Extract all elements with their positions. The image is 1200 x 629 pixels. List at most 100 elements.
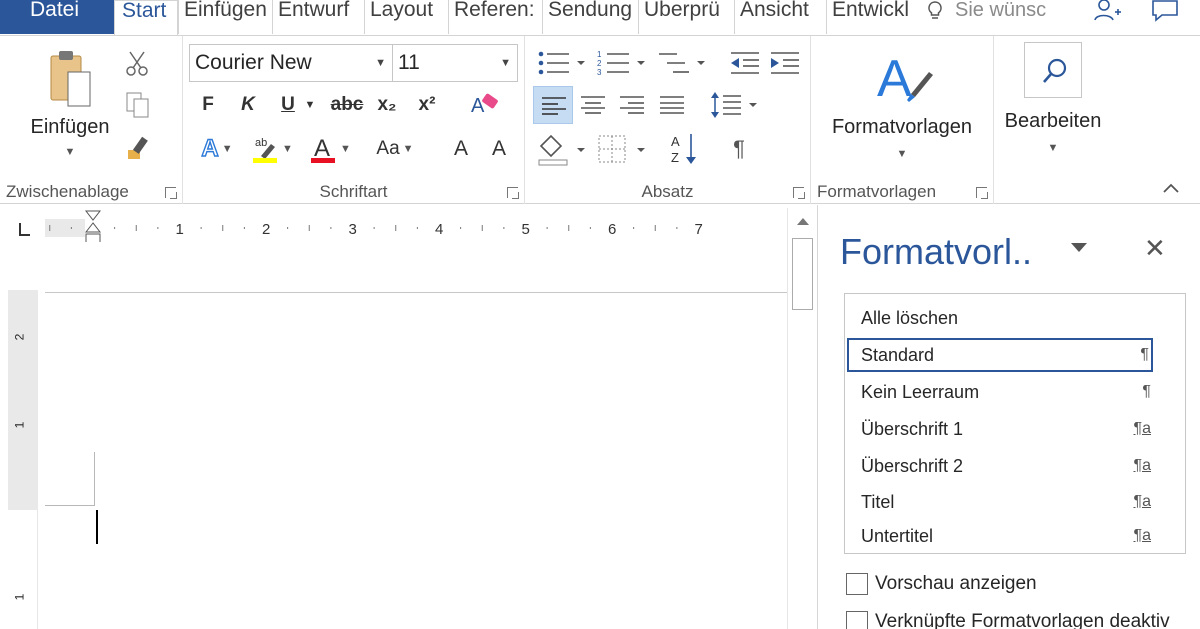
style-item-label: Titel [861,492,895,512]
numbering-icon[interactable]: 123 [597,50,649,76]
tab-start[interactable]: Start [114,0,178,36]
style-item-heading-2[interactable]: Überschrift 2 ¶a [845,448,1185,484]
style-item-label: Untertitel [861,526,934,546]
subscript-button[interactable]: x₂ [373,90,401,120]
align-center-icon[interactable] [581,95,605,115]
tab-developer[interactable]: Entwickl [826,0,918,34]
svg-text:A: A [671,134,680,149]
tab-layout[interactable]: Layout [364,0,448,34]
italic-button[interactable]: K [235,90,261,120]
editing-button[interactable]: Bearbeiten ▼ [994,42,1112,166]
preview-checkbox-label: Vorschau anzeigen [875,573,1037,595]
styles-button[interactable]: A Formatvorlagen ▼ [817,44,987,170]
bullets-icon[interactable] [537,50,589,76]
font-color-button[interactable]: A ▼ [307,132,353,166]
close-pane-button[interactable]: ✕ [1144,233,1166,264]
font-size-combo[interactable]: 11 ▼ [392,44,518,82]
scroll-thumb[interactable] [792,238,813,310]
linked-styles-checkbox-label: Verknüpfte Formatvorlagen deaktiv [875,611,1170,629]
collapse-ribbon-icon[interactable] [1162,182,1180,194]
preview-checkbox[interactable]: Vorschau anzeigen [846,573,1037,595]
borders-icon[interactable] [597,132,649,166]
superscript-button[interactable]: x² [413,90,441,120]
change-case-label: Aa [376,138,400,159]
underline-dropdown[interactable]: ▼ [303,90,317,120]
show-marks-button[interactable]: ¶ [727,134,751,164]
checkbox-box[interactable] [846,573,868,595]
styles-group-label: Formatvorlagen [817,182,937,201]
linked-style-icon: ¶a [1133,457,1152,474]
shrink-font-button[interactable]: A [487,134,511,164]
strikethrough-button[interactable]: abc [329,90,365,120]
format-painter-icon[interactable] [125,134,153,162]
paste-button[interactable]: Einfügen ▼ [22,44,118,168]
vertical-ruler[interactable]: 2 1 1 [8,290,38,629]
style-item-clear[interactable]: Alle löschen [845,300,1185,336]
styles-button-label: Formatvorlagen [831,116,973,138]
search-icon [1043,58,1067,83]
ruler-number: 4 [435,221,443,238]
scroll-up-icon[interactable] [796,216,810,226]
svg-text:3: 3 [597,68,602,76]
document-area[interactable] [45,242,787,629]
vruler-mark-1b: 1 [12,593,27,601]
tab-insert[interactable]: Einfügen [178,0,272,34]
styles-list: Alle löschen Standard ¶ Kein Leerraum ¶ Üb… [844,293,1186,554]
tab-references[interactable]: Referen: [448,0,542,34]
tab-mailings[interactable]: Sendung [542,0,638,34]
decrease-indent-icon[interactable] [729,50,761,76]
style-item-no-spacing[interactable]: Kein Leerraum ¶ [845,374,1185,410]
svg-text:A: A [877,50,912,108]
paragraph-group-label: Absatz [641,182,694,201]
justify-icon[interactable] [660,95,684,115]
tab-selector[interactable] [12,219,34,241]
paragraph-launcher[interactable] [793,187,805,199]
styles-launcher[interactable] [976,187,988,199]
vertical-scrollbar[interactable] [787,208,817,629]
increase-indent-icon[interactable] [769,50,801,76]
font-launcher[interactable] [507,187,519,199]
margin-corner-horizontal [45,505,95,506]
change-case-button[interactable]: Aa ▼ [371,134,419,164]
checkbox-box[interactable] [846,611,868,629]
style-item-label: Kein Leerraum [861,382,980,402]
left-tab-icon [19,223,30,236]
grow-font-button[interactable]: A [449,134,473,164]
copy-icon[interactable] [125,91,151,119]
clipboard-launcher[interactable] [165,187,177,199]
style-item-subtitle[interactable]: Untertitel ¶a [845,520,1185,550]
align-right-icon[interactable] [620,95,644,115]
style-item-title[interactable]: Titel ¶a [845,484,1185,520]
style-item-standard[interactable]: Standard ¶ [847,338,1153,372]
paste-icon [50,51,91,107]
lightbulb-icon [928,1,942,19]
multilevel-list-icon[interactable] [657,50,709,76]
tab-design[interactable]: Entwurf [272,0,364,34]
comment-icon[interactable] [1150,0,1180,22]
horizontal-ruler[interactable]: 1 2 3 4 5 6 7 [45,210,785,245]
tell-me-text: Sie wünsc [955,0,1047,21]
sort-icon[interactable]: AZ [671,132,701,166]
clear-formatting-icon[interactable]: A [469,90,501,120]
share-user-icon[interactable] [1093,0,1123,22]
style-item-label: Überschrift 2 [861,456,964,476]
shading-icon[interactable] [537,132,589,166]
highlight-button[interactable]: ab ▼ [249,132,295,166]
line-spacing-icon[interactable] [709,90,761,120]
tab-file[interactable]: Datei [0,0,114,34]
style-item-heading-1[interactable]: Überschrift 1 ¶a [845,411,1185,447]
tab-review[interactable]: Überprü [638,0,734,34]
cut-icon[interactable] [123,50,151,78]
clipboard-group: Einfügen ▼ Zwischenablage [0,36,183,204]
tell-me-box[interactable]: Sie wünsc [925,0,1046,22]
underline-button[interactable]: U [275,90,301,120]
tab-view[interactable]: Ansicht [734,0,826,34]
editing-group: Bearbeiten ▼ [994,36,1112,204]
text-effects-button[interactable]: A ▼ [195,134,239,164]
pane-options-icon[interactable] [1070,241,1088,253]
font-size-value: 11 [398,51,420,74]
font-name-combo[interactable]: Courier New ▼ [189,44,393,82]
bold-button[interactable]: F [195,90,221,120]
align-left-button[interactable] [533,86,573,124]
linked-styles-checkbox[interactable]: Verknüpfte Formatvorlagen deaktiv [846,611,1199,629]
